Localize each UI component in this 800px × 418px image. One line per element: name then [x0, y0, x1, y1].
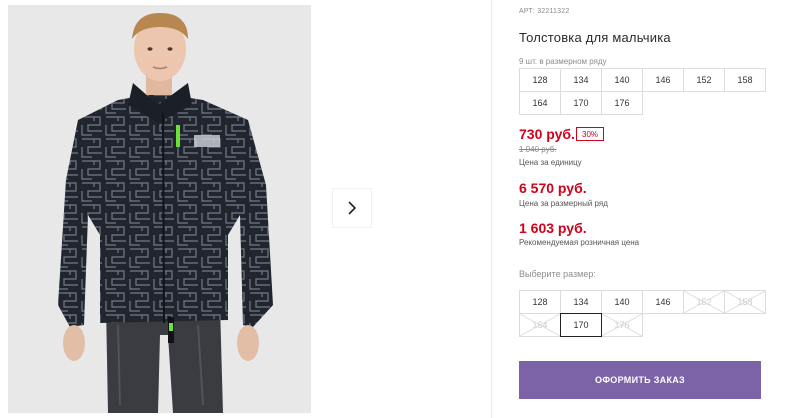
set-price-label: Цена за размерный ряд [519, 199, 608, 208]
size-set-cell: 128 [519, 68, 561, 92]
unavailable-cross-icon [602, 314, 642, 336]
retail-price: 1 603 руб. [519, 220, 587, 236]
size-option-140[interactable]: 140 [601, 290, 643, 314]
product-gallery [0, 0, 492, 418]
discount-badge: 30% [576, 127, 605, 141]
size-option-170[interactable]: 170 [560, 313, 602, 337]
size-set-grid: 128 134 140 146 152 158 164 170 176 [519, 68, 766, 115]
unavailable-cross-icon [725, 291, 765, 313]
size-option-label: 146 [655, 297, 671, 307]
size-option-146[interactable]: 146 [642, 290, 684, 314]
size-set-cell: 146 [642, 68, 684, 92]
place-order-button[interactable]: ОФОРМИТЬ ЗАКАЗ [519, 361, 761, 399]
product-info-panel: АРТ: 32211322 Толстовка для мальчика 9 ш… [519, 0, 789, 418]
unit-price-label: Цена за единицу [519, 158, 582, 167]
size-option-128[interactable]: 128 [519, 290, 561, 314]
retail-price-label: Рекомендуемая розничная цена [519, 238, 640, 247]
size-set-cell: 152 [683, 68, 725, 92]
size-set-cell: 170 [560, 91, 602, 115]
boy-in-jacket-image [8, 5, 311, 413]
unavailable-cross-icon [520, 314, 560, 336]
next-image-button[interactable] [333, 189, 371, 227]
size-option-164: 164 [519, 313, 561, 337]
size-set-cell: 176 [601, 91, 643, 115]
size-option-label: 134 [573, 297, 589, 307]
size-option-176: 176 [601, 313, 643, 337]
size-select-prompt: Выберите размер: [519, 269, 596, 279]
size-option-label: 128 [532, 297, 548, 307]
product-photo [8, 5, 311, 413]
size-option-label: 170 [573, 320, 589, 330]
unavailable-cross-icon [684, 291, 724, 313]
size-set-cell: 158 [724, 68, 766, 92]
size-set-cell: 164 [519, 91, 561, 115]
article-number: АРТ: 32211322 [519, 8, 570, 15]
size-set-cell: 134 [560, 68, 602, 92]
unit-price: 730 руб. [519, 126, 575, 142]
size-option-152: 152 [683, 290, 725, 314]
size-option-label: 140 [614, 297, 630, 307]
old-price: 1 040 руб. [519, 145, 557, 154]
product-title: Толстовка для мальчика [519, 30, 671, 45]
size-set-note: 9 шт. в размерном ряду [519, 57, 607, 66]
size-option-158: 158 [724, 290, 766, 314]
size-set-cell: 140 [601, 68, 643, 92]
chevron-right-icon [348, 201, 357, 215]
size-selector: 128 134 140 146 152158 164 170 176 [519, 290, 766, 337]
size-option-134[interactable]: 134 [560, 290, 602, 314]
set-price: 6 570 руб. [519, 180, 587, 196]
